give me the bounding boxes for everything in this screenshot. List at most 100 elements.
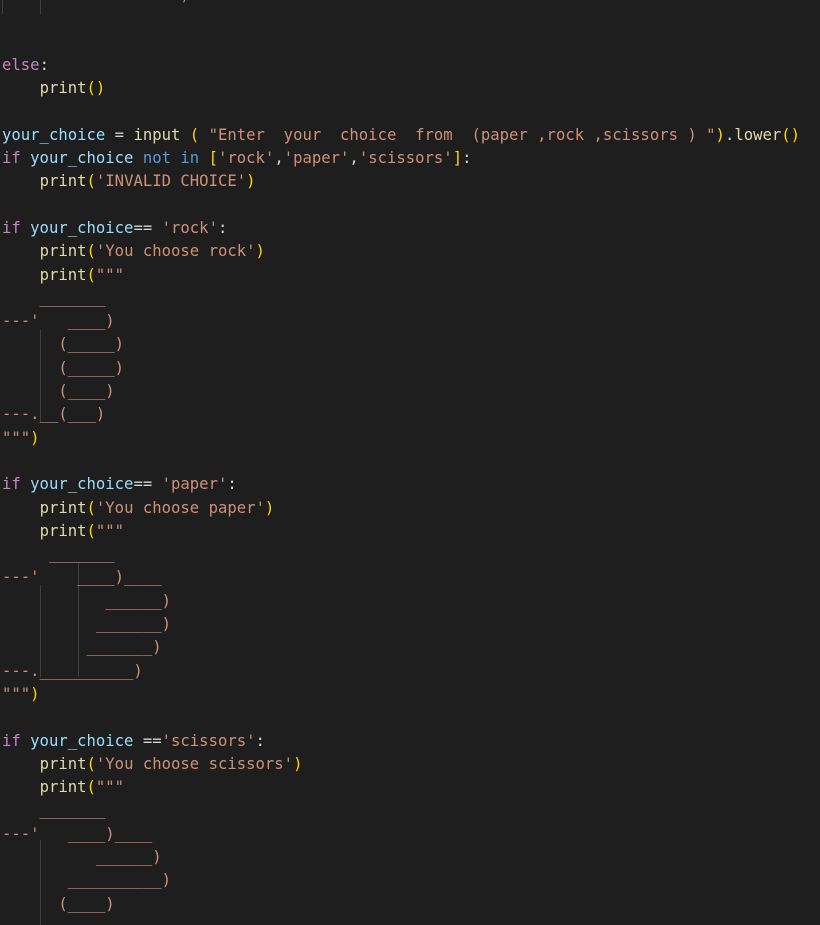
code-line[interactable]: else:	[2, 54, 800, 77]
code-token: ---.__________)	[2, 661, 143, 680]
code-token: 'You choose rock'	[95, 242, 256, 261]
code-token: 'INVALID CHOICE'	[95, 172, 247, 191]
code-line[interactable]: """)	[2, 427, 800, 450]
code-line[interactable]: if your_choice not in ['rock','paper','s…	[2, 147, 800, 170]
code-token: else	[2, 55, 40, 74]
code-line[interactable]: your_choice = input ( "Enter your choice…	[2, 124, 800, 147]
code-line[interactable]	[2, 450, 800, 473]
code-line[interactable]: ---' ____)____	[2, 566, 800, 589]
code-token: )	[264, 498, 275, 517]
code-token: ---' ____)____	[2, 568, 162, 587]
code-token: )	[30, 684, 40, 703]
code-token: 'paper'	[283, 149, 350, 168]
code-token: not	[142, 149, 172, 168]
code-token: your_choice	[30, 475, 134, 494]
code-token: (	[86, 498, 96, 517]
code-line[interactable]: ---.__(___)	[2, 403, 800, 426]
code-line[interactable]: if your_choice== 'rock':	[2, 217, 800, 240]
code-line[interactable]: ______)	[2, 846, 800, 869]
code-line[interactable]: print()	[2, 77, 800, 100]
code-token: :	[39, 55, 49, 74]
code-token: ==	[133, 475, 162, 494]
code-token: (	[86, 521, 96, 540]
code-line[interactable]: ______)	[2, 590, 800, 613]
code-token: 'rock'	[217, 149, 275, 168]
code-line[interactable]: """)	[2, 683, 800, 706]
code-token: (	[86, 242, 96, 261]
code-token: )	[715, 125, 725, 144]
code-token: your_choice	[30, 731, 134, 750]
code-token: if	[2, 731, 21, 750]
code-token: if	[2, 218, 21, 237]
code-line[interactable]: (_____)	[2, 357, 800, 380]
code-line[interactable]: ---.__________)	[2, 660, 800, 683]
code-token: ______)	[2, 847, 162, 866]
code-token: "Enter your choice from (paper ,rock ,sc…	[208, 125, 716, 144]
code-line[interactable]: _______	[2, 287, 800, 310]
code-token: """	[2, 684, 31, 703]
code-token: (_____)	[2, 358, 125, 377]
code-token: (_____)	[2, 335, 125, 354]
code-line[interactable]: print('You choose paper')	[2, 497, 800, 520]
code-token: 'scissors'	[161, 731, 256, 750]
code-line[interactable]: print("""	[2, 776, 800, 799]
code-token: .	[724, 125, 735, 144]
code-line[interactable]: _______)	[2, 613, 800, 636]
code-token: _______)	[2, 615, 171, 634]
code-token: )	[293, 754, 303, 773]
code-line[interactable]: (____)	[2, 380, 800, 403]
code-line[interactable]: print('INVALID CHOICE')	[2, 170, 800, 193]
code-view[interactable]: ''')else: print()your_choice = input ( "…	[2, 0, 800, 916]
code-line[interactable]: ---' ____)	[2, 310, 800, 333]
code-line[interactable]: if your_choice =='scissors':	[2, 730, 800, 753]
code-line[interactable]: print("""	[2, 264, 800, 287]
code-line[interactable]: (_____)	[2, 333, 800, 356]
code-token: :	[217, 218, 228, 237]
code-line[interactable]: if your_choice== 'paper':	[2, 473, 800, 496]
code-token: print	[39, 521, 87, 540]
code-line[interactable]: ---' ____)____	[2, 823, 800, 846]
code-line[interactable]: _______	[2, 799, 800, 822]
code-token: _______	[2, 288, 106, 307]
code-token: print	[39, 265, 87, 284]
code-line[interactable]	[2, 7, 800, 30]
code-token: print	[39, 172, 87, 191]
code-line[interactable]: ''')	[2, 0, 800, 7]
code-token: ]	[452, 149, 463, 168]
code-line[interactable]	[2, 100, 800, 123]
code-line[interactable]: (____)	[2, 893, 800, 916]
code-line[interactable]: _______)	[2, 636, 800, 659]
code-token: print	[39, 242, 87, 261]
code-token: ---' ____)	[2, 312, 115, 331]
code-token: :	[462, 149, 472, 168]
code-line[interactable]	[2, 31, 800, 54]
code-line[interactable]: __________)	[2, 869, 800, 892]
code-line[interactable]: print("""	[2, 520, 800, 543]
code-token: ,	[274, 149, 284, 168]
code-token: __________)	[2, 871, 171, 890]
code-token: ()	[781, 125, 801, 144]
code-token: _______)	[2, 638, 162, 657]
code-line[interactable]	[2, 194, 800, 217]
code-token: :	[227, 475, 237, 494]
code-editor[interactable]: ''')else: print()your_choice = input ( "…	[0, 0, 820, 925]
code-line[interactable]: _______	[2, 543, 800, 566]
code-line[interactable]: print('You choose scissors')	[2, 753, 800, 776]
code-token: (	[86, 265, 96, 284]
code-token: (____)	[2, 382, 115, 401]
code-token: """	[95, 778, 125, 797]
code-line[interactable]: print('You choose rock')	[2, 240, 800, 263]
code-line[interactable]	[2, 706, 800, 729]
code-token: (	[86, 172, 96, 191]
